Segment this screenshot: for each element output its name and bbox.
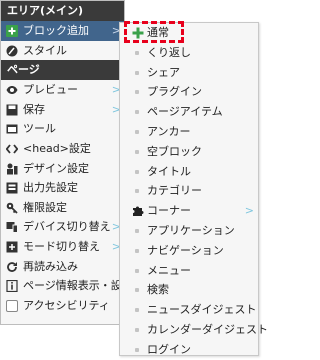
highlight-box bbox=[124, 21, 184, 43]
menu-item-label: ツール bbox=[23, 122, 56, 136]
menu-item-add-block[interactable]: ブロック追加 > bbox=[1, 21, 124, 41]
submenu-item-label: コーナー bbox=[147, 204, 191, 218]
submenu-item-label: カテゴリー bbox=[147, 184, 202, 198]
bullet-icon bbox=[135, 347, 139, 352]
info-icon bbox=[6, 280, 18, 293]
menu-item-label: 権限設定 bbox=[23, 200, 67, 214]
submenu-item-empty-block[interactable]: 空ブロック bbox=[120, 142, 258, 162]
menu-item-label: 再読み込み bbox=[23, 259, 78, 273]
checkbox-icon bbox=[6, 299, 18, 312]
submenu-item-menu[interactable]: メニュー bbox=[120, 261, 258, 281]
menu-item-label: 保存 bbox=[23, 102, 45, 116]
bullet-icon bbox=[135, 327, 139, 332]
submenu-item-plugin[interactable]: プラグイン bbox=[120, 82, 258, 102]
submenu-item-page-item[interactable]: ページアイテム bbox=[120, 102, 258, 122]
menu-item-reload[interactable]: 再読み込み bbox=[1, 257, 124, 277]
submenu-item-search[interactable]: 検索 bbox=[120, 280, 258, 300]
submenu-item-label: 空ブロック bbox=[147, 144, 202, 158]
menu-item-permission-settings[interactable]: 権限設定 bbox=[1, 198, 124, 218]
menu-item-label: デザイン設定 bbox=[23, 161, 89, 175]
submenu-item-label: 検索 bbox=[147, 283, 169, 297]
submenu-item-label: メニュー bbox=[147, 263, 191, 277]
menu-item-save[interactable]: 保存 > bbox=[1, 100, 124, 120]
bullet-icon bbox=[135, 70, 139, 75]
submenu-item-category[interactable]: カテゴリー bbox=[120, 181, 258, 201]
submenu-item-label: シェア bbox=[147, 65, 180, 79]
submenu-item-label: ページアイテム bbox=[147, 105, 223, 119]
device-icon bbox=[6, 222, 18, 234]
submenu-item-label: カレンダーダイジェスト bbox=[147, 322, 268, 336]
submenu-item-login[interactable]: ログイン bbox=[120, 340, 258, 360]
menu-item-label: ページ情報表示・設定 bbox=[23, 279, 124, 293]
menu-item-accessibility[interactable]: アクセシビリティ bbox=[1, 296, 124, 316]
bullet-icon bbox=[135, 149, 139, 154]
submenu-item-repeat[interactable]: くり返し bbox=[120, 43, 258, 63]
bullet-icon bbox=[135, 288, 139, 293]
section-header-page: ページ bbox=[1, 60, 124, 81]
bullet-icon bbox=[135, 248, 139, 253]
bullet-icon bbox=[135, 228, 139, 233]
submenu-item-news-digest[interactable]: ニュースダイジェスト bbox=[120, 300, 258, 320]
menu-item-label: <head>設定 bbox=[23, 141, 91, 155]
submenu-arrow-icon: > bbox=[244, 204, 254, 218]
menu-item-output-settings[interactable]: 出力先設定 bbox=[1, 178, 124, 198]
submenu-item-label: ニュースダイジェスト bbox=[147, 303, 257, 317]
submenu-item-label: アンカー bbox=[147, 124, 191, 138]
reload-icon bbox=[7, 261, 17, 272]
brush-icon bbox=[6, 45, 18, 57]
menu-item-label: スタイル bbox=[23, 43, 67, 57]
menu-item-page-info[interactable]: ページ情報表示・設定 bbox=[1, 276, 124, 296]
submenu-item-anchor[interactable]: アンカー bbox=[120, 122, 258, 142]
bullet-icon bbox=[135, 268, 139, 273]
mode-icon bbox=[6, 241, 18, 253]
submenu-item-calendar-digest[interactable]: カレンダーダイジェスト bbox=[120, 320, 268, 340]
menu-item-label: アクセシビリティ bbox=[23, 298, 110, 312]
submenu-item-label: ログイン bbox=[147, 342, 191, 356]
menu-item-device-switch[interactable]: デバイス切り替え > bbox=[1, 217, 124, 237]
bullet-icon bbox=[135, 169, 139, 174]
bullet-icon bbox=[135, 90, 139, 95]
submenu-item-label: ナビゲーション bbox=[147, 243, 224, 257]
output-icon bbox=[6, 182, 18, 194]
submenu-item-application[interactable]: アプリケーション bbox=[120, 221, 258, 241]
design-icon bbox=[7, 163, 18, 175]
menu-item-label: 出力先設定 bbox=[23, 181, 78, 195]
bullet-icon bbox=[135, 110, 139, 115]
bullet-icon bbox=[135, 308, 139, 313]
menu-item-label: モード切り替え bbox=[23, 239, 100, 253]
submenu-item-label: プラグイン bbox=[147, 85, 202, 99]
menu-item-label: ブロック追加 bbox=[23, 24, 89, 37]
save-icon bbox=[6, 104, 18, 116]
bullet-icon bbox=[135, 189, 139, 194]
puzzle-icon bbox=[133, 206, 144, 217]
menu-item-mode-switch[interactable]: モード切り替え > bbox=[1, 237, 124, 257]
submenu-item-label: くり返し bbox=[147, 45, 191, 59]
submenu-item-label: アプリケーション bbox=[147, 223, 235, 237]
section-header-area: エリア(メイン) bbox=[1, 1, 124, 21]
eye-icon bbox=[6, 86, 18, 95]
menu-item-style[interactable]: スタイル bbox=[1, 41, 124, 61]
submenu-item-corner[interactable]: コーナー > bbox=[120, 201, 258, 221]
menu-item-tool[interactable]: ツール bbox=[1, 119, 124, 139]
key-icon bbox=[6, 202, 18, 214]
plus-icon bbox=[6, 25, 18, 37]
tool-icon bbox=[6, 124, 18, 134]
submenu-item-title[interactable]: タイトル bbox=[120, 162, 258, 182]
bullet-icon bbox=[135, 129, 139, 134]
bullet-icon bbox=[135, 50, 139, 55]
menu-item-design-settings[interactable]: デザイン設定 bbox=[1, 159, 124, 179]
menu-item-label: デバイス切り替え bbox=[23, 220, 111, 234]
add-block-submenu: 通常 くり返し シェア プラグイン ページアイテム アンカー 空ブロック タイト… bbox=[119, 22, 268, 356]
submenu-item-label: タイトル bbox=[147, 164, 191, 178]
code-icon bbox=[6, 144, 18, 154]
submenu-item-navigation[interactable]: ナビゲーション bbox=[120, 241, 258, 261]
menu-item-head-settings[interactable]: <head>設定 bbox=[1, 139, 124, 159]
menu-item-preview[interactable]: プレビュー > bbox=[1, 80, 124, 100]
menu-item-label: プレビュー bbox=[23, 83, 78, 97]
submenu-item-share[interactable]: シェア bbox=[120, 63, 258, 83]
context-menu: エリア(メイン) ブロック追加 > スタイル ページ プレビュー > 保存 > … bbox=[0, 0, 125, 325]
